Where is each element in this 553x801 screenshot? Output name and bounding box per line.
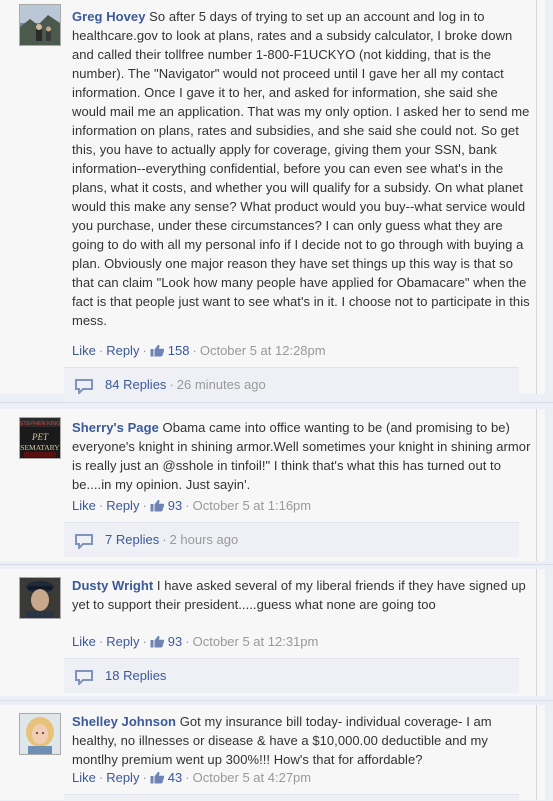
avatar-image [20,714,60,754]
timestamp[interactable]: October 5 at 1:16pm [193,498,312,513]
divider [536,705,537,800]
comment-actions: Like · Reply · 93 · October 5 at 12:31pm [72,634,319,649]
replies-timestamp: 26 minutes ago [176,377,266,392]
thumbs-up-icon [150,771,164,784]
comment-author[interactable]: Sherry's Page [72,420,159,435]
comment: Shelley Johnson Got my insurance bill to… [0,705,545,801]
like-count[interactable]: 93 [150,634,182,649]
divider [0,402,553,403]
avatar-image [20,578,60,618]
avatar[interactable] [19,713,61,755]
timestamp[interactable]: October 5 at 4:27pm [193,770,312,785]
like-count[interactable]: 158 [150,343,190,358]
svg-text:SEMATARY: SEMATARY [20,443,60,452]
svg-text:PET: PET [31,432,49,442]
like-count-value: 93 [167,498,183,513]
avatar[interactable] [19,577,61,619]
comment-author[interactable]: Dusty Wright [72,578,153,593]
reply-link[interactable]: Reply [106,498,139,513]
speech-bubble-icon [75,670,93,685]
comment-actions: Like · Reply · 158 · October 5 at 12:28pm [72,343,326,358]
svg-text:STEPHEN KING: STEPHEN KING [20,421,60,427]
comment-body: Sherry's Page Obama came into office wan… [72,418,532,494]
avatar[interactable] [19,4,61,46]
reply-link[interactable]: Reply [106,634,139,649]
replies-bar[interactable]: 18 Replies [64,658,519,693]
comment: Greg Hovey So after 5 days of trying to … [0,0,545,402]
comment-body: Shelley Johnson Got my insurance bill to… [72,712,532,769]
speech-bubble-icon [75,379,93,394]
like-count-value: 158 [167,343,190,358]
speech-bubble-icon [75,534,93,549]
comment-body: Greg Hovey So after 5 days of trying to … [72,7,532,330]
like-count-value: 93 [167,634,183,649]
divider [536,0,537,394]
comment: STEPHEN KING PET SEMATARY Sherry's Page … [0,409,545,561]
like-link[interactable]: Like [72,770,96,785]
timestamp[interactable]: October 5 at 12:28pm [200,343,326,358]
comment-feed: Greg Hovey So after 5 days of trying to … [0,0,553,801]
divider [0,564,553,565]
comment-actions: Like · Reply · 43 · October 5 at 4:27pm [72,770,312,785]
thumbs-up-icon [150,344,164,357]
comment-author[interactable]: Greg Hovey [72,9,145,24]
like-link[interactable]: Like [72,498,96,513]
avatar[interactable]: STEPHEN KING PET SEMATARY [19,417,61,459]
thumbs-up-icon [150,499,164,512]
comment-text: So after 5 days of trying to set up an a… [72,9,530,328]
like-count[interactable]: 93 [150,498,182,513]
like-count-value: 43 [167,770,183,785]
reply-link[interactable]: Reply [106,343,139,358]
replies-bar[interactable]: 84 Replies · 26 minutes ago [64,367,519,402]
replies-bar[interactable]: 7 Replies · 2 hours ago [64,522,519,557]
replies-link[interactable]: 7 Replies [105,532,159,547]
divider [0,700,553,701]
divider [536,409,537,561]
replies-link[interactable]: 84 Replies [105,377,166,392]
comment-author[interactable]: Shelley Johnson [72,714,176,729]
avatar-image: STEPHEN KING PET SEMATARY [20,418,60,458]
like-link[interactable]: Like [72,634,96,649]
replies-timestamp: 2 hours ago [169,532,239,547]
divider [536,569,537,696]
like-count[interactable]: 43 [150,770,182,785]
reply-link[interactable]: Reply [106,770,139,785]
comment-actions: Like · Reply · 93 · October 5 at 1:16pm [72,498,312,513]
comment: Dusty Wright I have asked several of my … [0,569,545,696]
replies-link[interactable]: 18 Replies [105,668,166,683]
like-link[interactable]: Like [72,343,96,358]
thumbs-up-icon [150,635,164,648]
avatar-image [20,5,60,45]
timestamp[interactable]: October 5 at 12:31pm [193,634,319,649]
comment-body: Dusty Wright I have asked several of my … [72,576,532,614]
